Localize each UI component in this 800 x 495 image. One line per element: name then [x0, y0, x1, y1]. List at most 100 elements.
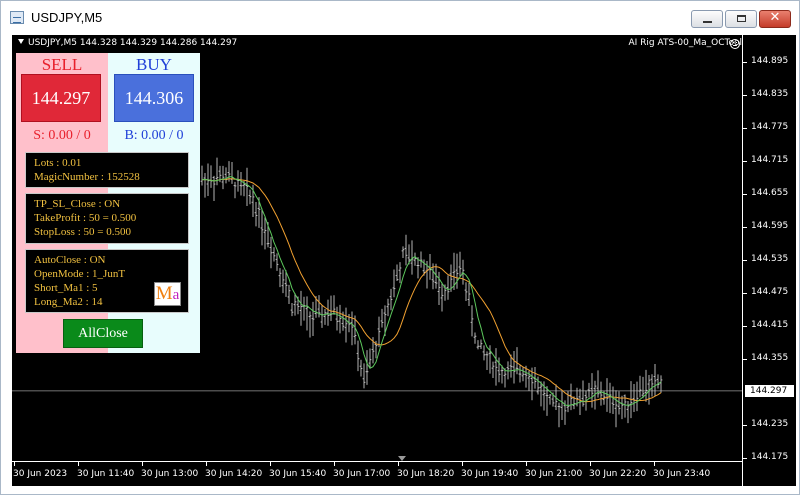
ohlc-bar — [377, 316, 381, 348]
ohlc-bar — [248, 189, 252, 205]
ohlc-bar — [626, 401, 630, 424]
price-label: 144.535 — [751, 254, 789, 264]
ohlc-bar — [323, 309, 327, 325]
ohlc-bar — [482, 345, 486, 361]
price-chart[interactable]: USDJPY,M5 144.328 144.329 144.286 144.29… — [12, 35, 796, 486]
minimize-icon — [703, 21, 712, 23]
price-label: 144.415 — [751, 320, 789, 330]
ohlc-bar — [557, 402, 561, 428]
ohlc-bar — [236, 170, 240, 192]
close-button[interactable]: ✕ — [759, 10, 791, 28]
ohlc-bar — [290, 303, 294, 317]
chart-window-icon[interactable] — [10, 11, 24, 24]
price-label: 144.655 — [751, 188, 789, 198]
smiley-icon[interactable] — [730, 39, 740, 49]
ohlc-bar — [365, 350, 369, 385]
price-label: 144.895 — [751, 56, 789, 66]
ohlc-bar — [263, 217, 267, 250]
ohlc-bar — [473, 332, 477, 344]
maximize-button[interactable] — [725, 10, 757, 28]
ohlc-bar — [392, 269, 396, 298]
time-label: 30 Jun 23:40 — [653, 469, 711, 479]
ohlc-bar — [278, 268, 282, 288]
period-separator-marker — [398, 456, 406, 461]
price-axis[interactable]: 144.895 144.835 144.775 144.715 144.655 144.5… — [742, 35, 796, 486]
ohlc-bar — [212, 175, 216, 202]
buy-button[interactable]: 144.306 — [114, 74, 194, 122]
expert-advisor-name: AI Rig ATS-00_Ma_OCTool — [628, 38, 743, 48]
ohlc-bar — [320, 305, 324, 328]
price-tick — [743, 359, 747, 360]
ohlc-bar — [587, 382, 591, 398]
ohlc-bar — [446, 275, 450, 300]
lot-info-box: Lots : 0.01 MagicNumber : 152528 — [25, 152, 189, 188]
ohlc-bar — [299, 290, 303, 326]
ohlc-bar — [413, 252, 417, 266]
time-axis[interactable]: 30 Jun 2023 30 Jun 11:40 30 Jun 13:00 30 Ju… — [12, 456, 742, 486]
price-tick — [743, 458, 747, 459]
ohlc-bar — [638, 375, 642, 398]
ohlc-bar — [539, 381, 543, 407]
time-label: 30 Jun 19:40 — [461, 469, 519, 479]
symbol-info-line: USDJPY,M5 144.328 144.329 144.286 144.29… — [18, 38, 237, 48]
ohlc-bar — [254, 201, 258, 227]
ohlc-bar — [281, 269, 285, 294]
ohlc-bar — [203, 172, 207, 198]
price-label: 144.835 — [751, 89, 789, 99]
time-label: 30 Jun 2023 — [13, 469, 68, 479]
ohlc-bar — [200, 165, 204, 186]
ohlc-bar — [659, 375, 663, 393]
ma-logo-a: a — [172, 287, 180, 303]
title-bar[interactable]: USDJPY,M5 ✕ — [1, 1, 799, 35]
auto-close-text: AutoClose : ON — [34, 254, 106, 266]
time-tick — [526, 462, 527, 466]
ohlc-bar — [398, 262, 402, 284]
ohlc-bar — [338, 304, 342, 334]
ohlc-bar — [590, 373, 594, 408]
ohlc-bar — [470, 305, 474, 337]
time-label: 30 Jun 14:20 — [205, 469, 263, 479]
price-label: 144.475 — [751, 287, 789, 297]
ohlc-bar — [458, 251, 462, 277]
ohlc-bar — [485, 351, 489, 371]
ohlc-bar — [512, 351, 516, 384]
time-tick — [14, 462, 15, 466]
ohlc-bar — [209, 165, 213, 188]
time-label: 30 Jun 17:00 — [333, 469, 391, 479]
ohlc-bar — [356, 340, 360, 372]
price-label: 144.775 — [751, 122, 789, 132]
time-tick — [334, 462, 335, 466]
ohlc-bar — [620, 395, 624, 420]
ohlc-bar — [650, 374, 654, 397]
time-tick — [78, 462, 79, 466]
price-label: 144.175 — [751, 452, 789, 462]
symbol-quote: USDJPY,M5 144.328 144.329 144.286 144.29… — [28, 38, 238, 48]
minimize-button[interactable] — [691, 10, 723, 28]
dropdown-arrow-icon[interactable] — [18, 39, 24, 44]
price-tick — [743, 293, 747, 294]
ma-logo-m: M — [155, 283, 173, 304]
ohlc-bar — [302, 296, 306, 321]
close-icon: ✕ — [769, 10, 781, 25]
ohlc-bar — [614, 390, 618, 428]
sell-button[interactable]: 144.297 — [21, 74, 101, 122]
ohlc-bar — [269, 236, 273, 269]
ohlc-bar — [494, 348, 498, 386]
price-tick — [743, 326, 747, 327]
ohlc-bar — [311, 301, 315, 336]
ohlc-bar — [326, 299, 330, 326]
ohlc-bar — [245, 167, 249, 207]
ohlc-bar — [560, 391, 564, 420]
stop-loss-text: StopLoss : 50 = 0.500 — [34, 226, 131, 238]
ohlc-bar — [464, 282, 468, 302]
maximize-icon — [737, 15, 746, 22]
magic-number-text: MagicNumber : 152528 — [34, 171, 140, 183]
open-mode-text: OpenMode : 1_JunT — [34, 268, 126, 280]
ohlc-bar — [386, 298, 390, 317]
price-tick — [743, 260, 747, 261]
price-tick — [743, 128, 747, 129]
ohlc-bar — [632, 383, 636, 412]
short-ma-line — [201, 176, 662, 407]
allclose-button[interactable]: AllClose — [63, 319, 143, 348]
ohlc-bar — [608, 382, 612, 414]
